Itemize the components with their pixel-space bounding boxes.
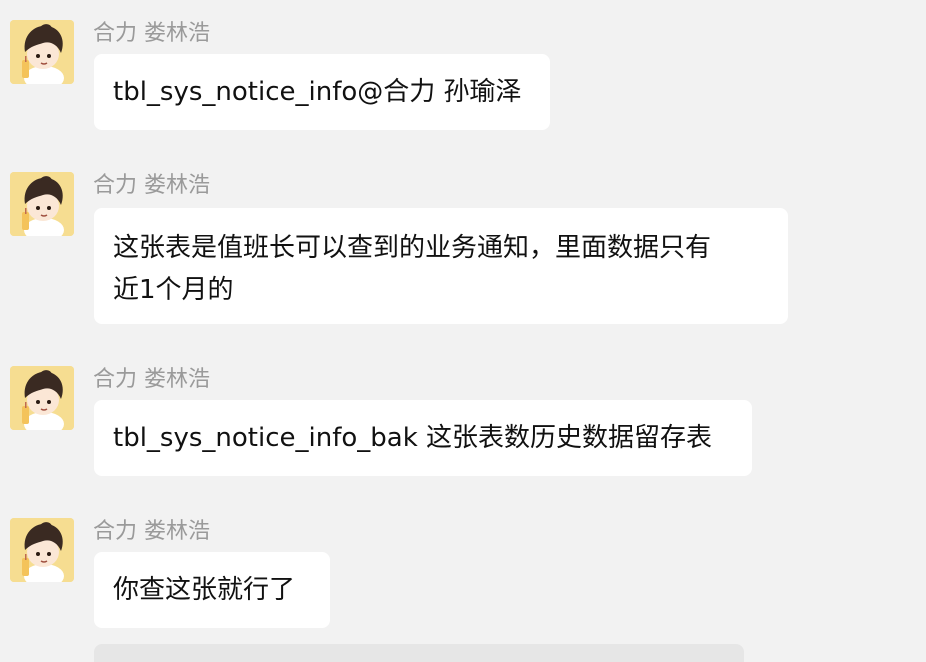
message-bubble[interactable]: tbl_sys_notice_info_bak 这张表数历史数据留存表 — [94, 400, 752, 476]
cartoon-avatar-icon — [10, 366, 74, 430]
message-bubble[interactable]: tbl_sys_notice_info@合力 孙瑜泽 — [94, 54, 550, 130]
message-text-line: 近1个月的 — [113, 275, 234, 305]
message-text-line: 这张表是值班长可以查到的业务通知，里面数据只有 — [113, 233, 712, 263]
cartoon-avatar-icon — [10, 172, 74, 236]
sender-name: 合力 娄林浩 — [93, 367, 210, 392]
sender-name: 合力 娄林浩 — [93, 519, 210, 544]
avatar[interactable] — [10, 172, 74, 236]
message-text: 你查这张就行了 — [113, 575, 296, 605]
sender-name: 合力 娄林浩 — [93, 173, 210, 198]
message-bubble-partial[interactable] — [94, 644, 744, 662]
avatar[interactable] — [10, 366, 74, 430]
avatar[interactable] — [10, 518, 74, 582]
message-text: tbl_sys_notice_info_bak 这张表数历史数据留存表 — [113, 423, 713, 453]
message-bubble[interactable]: 这张表是值班长可以查到的业务通知，里面数据只有 近1个月的 — [94, 208, 788, 324]
sender-name: 合力 娄林浩 — [93, 21, 210, 46]
message-bubble[interactable]: 你查这张就行了 — [94, 552, 330, 628]
chat-message-list[interactable]: 合力 娄林浩 tbl_sys_notice_info@合力 孙瑜泽 合力 娄林浩… — [0, 0, 926, 662]
cartoon-avatar-icon — [10, 20, 74, 84]
message-text: tbl_sys_notice_info@合力 孙瑜泽 — [113, 77, 522, 107]
cartoon-avatar-icon — [10, 518, 74, 582]
avatar[interactable] — [10, 20, 74, 84]
